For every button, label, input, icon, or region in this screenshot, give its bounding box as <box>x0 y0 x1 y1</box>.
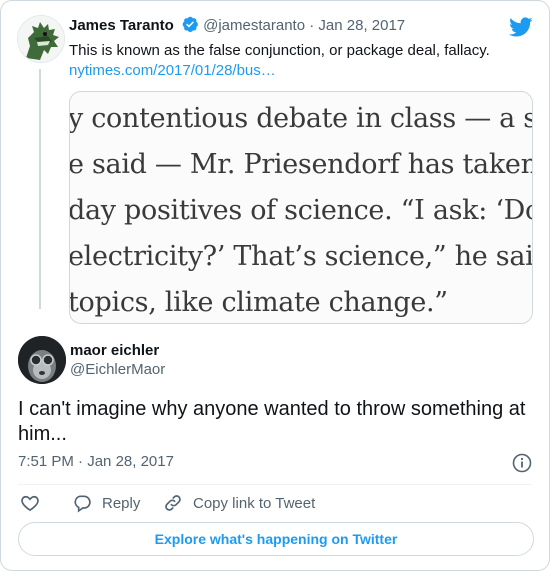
author-handle[interactable]: @EichlerMaor <box>70 360 165 380</box>
heart-icon <box>20 493 40 513</box>
reply-icon <box>72 493 92 513</box>
quoted-tweet-header: James Taranto @jamestaranto · Jan 28, 20… <box>69 15 405 39</box>
tweet-timestamp[interactable]: 7:51 PM · Jan 28, 2017 <box>18 452 174 472</box>
tweet-time: 7:51 PM <box>18 453 74 470</box>
quoted-tweet-link[interactable]: nytimes.com/2017/01/28/bus… <box>69 61 276 81</box>
verified-badge-icon <box>181 15 199 39</box>
explore-twitter-button[interactable]: Explore what's happening on Twitter <box>18 522 534 556</box>
like-button[interactable] <box>20 491 40 515</box>
tweet-embed-card: James Taranto @jamestaranto · Jan 28, 20… <box>0 0 550 571</box>
info-icon[interactable] <box>511 452 533 474</box>
quoted-tweet-text: This is known as the false conjunction, … <box>69 42 490 59</box>
thread-connector-line <box>39 69 41 309</box>
news-clipping-line: topics, like climate change.” <box>69 287 448 318</box>
separator-dot: · <box>78 453 84 470</box>
quoted-tweet-image[interactable]: y contentious debate in class — a st e s… <box>69 91 533 324</box>
news-clipping-line: y contentious debate in class — a st <box>69 103 533 134</box>
reply-button[interactable]: Reply <box>72 491 140 515</box>
divider <box>18 484 532 485</box>
tweet-text: I can't imagine why anyone wanted to thr… <box>18 398 526 445</box>
news-clipping-line: day positives of science. “I ask: ‘Do <box>69 195 533 226</box>
news-clipping-line: electricity?’ That’s science,” he said <box>69 241 533 272</box>
tweet-date: Jan 28, 2017 <box>87 453 174 470</box>
author-name[interactable]: maor eichler <box>70 341 159 361</box>
twitter-bird-icon[interactable] <box>509 15 533 39</box>
quoted-author-avatar[interactable] <box>17 15 65 63</box>
author-avatar[interactable] <box>18 336 66 384</box>
reply-label: Reply <box>102 494 141 512</box>
news-clipping-text: y contentious debate in class — a st e s… <box>69 96 533 323</box>
copy-link-label: Copy link to Tweet <box>193 494 316 512</box>
separator-dot: · <box>309 17 315 34</box>
copy-link-button[interactable]: Copy link to Tweet <box>163 491 315 515</box>
quoted-author-handle[interactable]: @jamestaranto <box>203 17 305 34</box>
news-clipping-line: e said — Mr. Priesendorf has taken <box>69 149 533 180</box>
quoted-tweet-date[interactable]: Jan 28, 2017 <box>318 17 405 34</box>
link-icon <box>163 493 183 513</box>
quoted-author-name[interactable]: James Taranto <box>69 17 174 34</box>
